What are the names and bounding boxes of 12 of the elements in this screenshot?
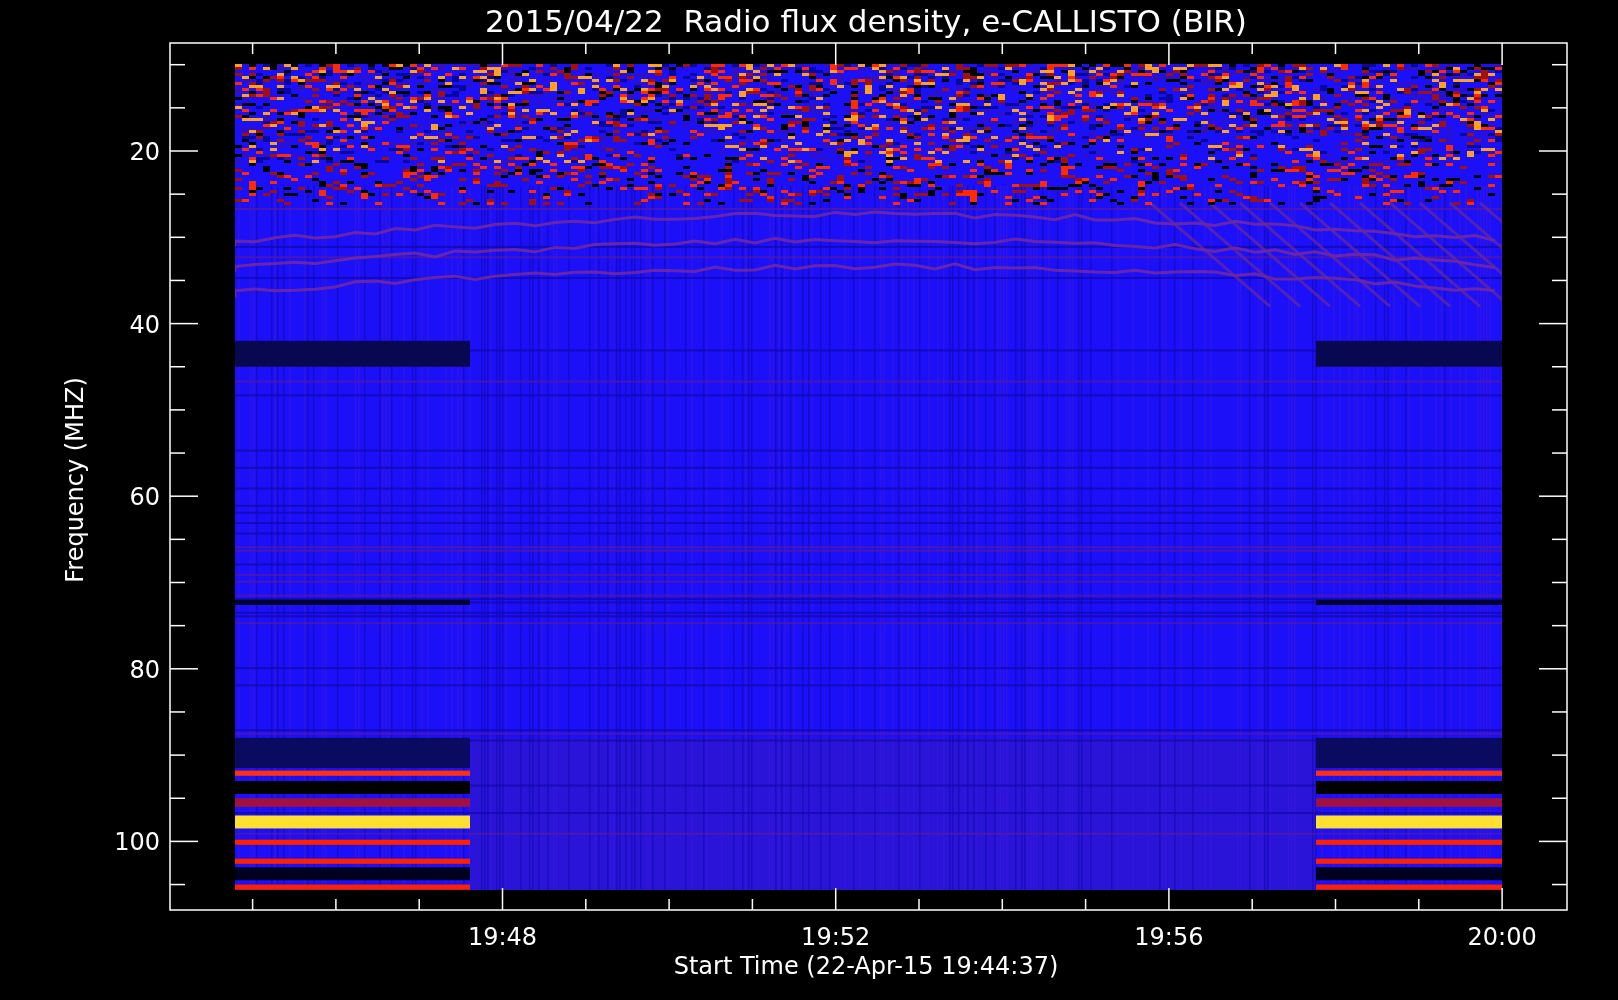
y-tick-label: 20 (129, 138, 160, 166)
x-tick-label: 19:56 (1134, 923, 1204, 951)
y-tick-label: 80 (129, 655, 160, 684)
y-tick-label: 40 (129, 310, 160, 339)
y-axis-label: Frequency (MHZ) (61, 377, 89, 583)
y-tick-label: 100 (114, 828, 160, 857)
x-tick-label: 19:52 (801, 923, 871, 951)
x-tick-label: 19:48 (467, 923, 538, 951)
x-axis-label: Start Time (22-Apr-15 19:44:37) (673, 952, 1059, 980)
y-tick-label: 60 (129, 483, 160, 512)
x-tick-label: 20:00 (1467, 923, 1537, 951)
chart-title: 2015/04/22 Radio flux density, e-CALLISTO (BIR) (485, 3, 1247, 39)
